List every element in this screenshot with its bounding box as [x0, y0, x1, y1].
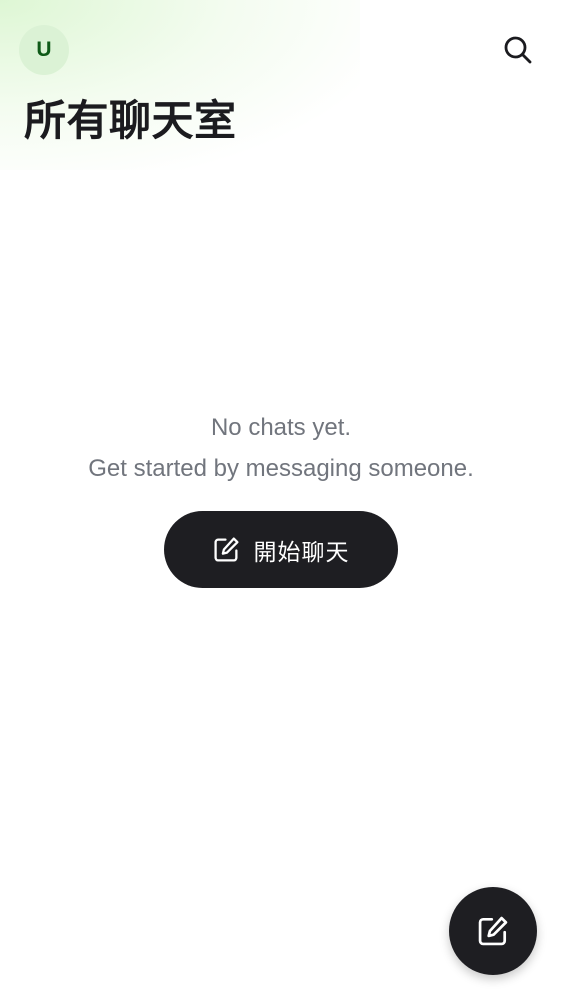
start-chat-button-label: 開始聊天: [253, 539, 350, 566]
empty-state-subtitle: Get started by messaging someone.: [88, 455, 474, 482]
user-avatar[interactable]: U: [19, 25, 69, 75]
new-chat-fab[interactable]: [449, 887, 537, 975]
page-title: 所有聊天室: [24, 96, 237, 145]
search-icon: [503, 35, 533, 65]
empty-state-title: No chats yet.: [210, 414, 352, 441]
edit-icon: [477, 915, 509, 947]
edit-icon: [213, 536, 240, 563]
search-button[interactable]: [496, 28, 540, 72]
avatar-initial: U: [36, 38, 52, 61]
empty-state: No chats yet. Get started by messaging s…: [0, 407, 562, 489]
start-chat-button[interactable]: 開始聊天: [164, 511, 398, 588]
